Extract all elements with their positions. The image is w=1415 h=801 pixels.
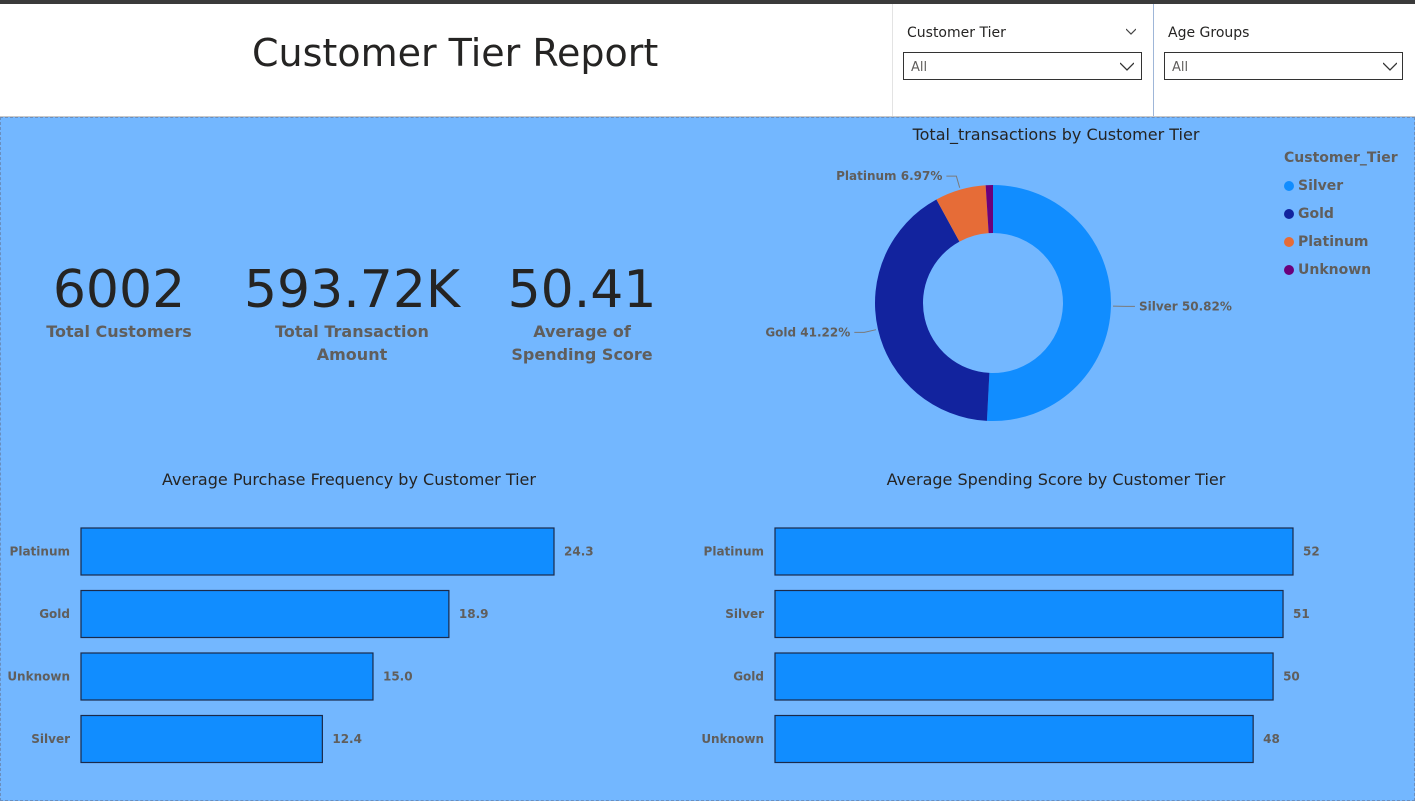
bar-gold[interactable] [774,652,1274,701]
legend-marker-icon [1284,265,1294,275]
legend-label: Unknown [1298,262,1372,278]
bar-data-label: 48 [1263,732,1280,746]
age-groups-selected-value: All [1172,60,1189,75]
page-title: Customer Tier Report [252,31,659,75]
spending-score-chart-title: Average Spending Score by Customer Tier [886,470,1226,489]
purchase-frequency-bar-chart[interactable]: Platinum 24.3 Gold 18.9 Unknown 15.0 Silver 12.… [1,513,681,773]
bar-gold[interactable] [80,589,450,639]
bar-silver[interactable] [774,589,1284,639]
legend-marker-icon [1284,181,1294,191]
customer-tier-slicer: Customer Tier All [892,4,1152,116]
bar-category-label: Silver [725,607,764,621]
bar-data-label: 24.3 [564,545,594,559]
bar-data-label: 50 [1283,670,1300,684]
kpi-total-customers[interactable]: 6002 Total Customers [29,260,209,343]
legend-item-unknown[interactable]: Unknown [1284,256,1414,284]
donut-data-label: Platinum 6.97% [836,169,942,183]
chevron-down-icon [1383,62,1397,71]
age-groups-slicer-label: Age Groups [1168,25,1250,41]
bar-category-label: Platinum [704,545,764,559]
legend-item-platinum[interactable]: Platinum [1284,228,1414,256]
donut-data-label: Gold 41.22% [765,325,850,339]
bar-silver[interactable] [80,714,323,764]
legend-label: Gold [1298,206,1334,222]
kpi-label: Total Transaction Amount [275,322,429,364]
kpi-value: 593.72K [243,260,461,320]
kpi-value: 6002 [52,260,186,320]
donut-leader-line [854,329,877,333]
bar-platinum[interactable] [80,527,555,576]
legend-label: Silver [1298,178,1344,194]
customer-tier-dropdown[interactable]: All [903,52,1142,80]
legend-marker-icon [1284,237,1294,247]
bar-unknown[interactable] [80,652,374,701]
report-canvas: 6002 Total Customers 593.72K Total Trans… [0,117,1415,801]
legend-marker-icon [1284,209,1294,219]
kpi-label: Average of Spending Score [511,322,653,364]
legend-item-silver[interactable]: Silver [1284,172,1414,200]
age-groups-dropdown[interactable]: All [1164,52,1403,80]
bar-category-label: Platinum [10,545,70,559]
donut-leader-line [946,175,961,188]
donut-data-label: Silver 50.82% [1139,299,1232,313]
donut-legend: Customer_Tier Silver Gold Platinum Unknown [1284,150,1414,284]
bar-category-label: Unknown [701,732,764,746]
bar-data-label: 18.9 [459,607,489,621]
bar-platinum[interactable] [774,527,1294,576]
customer-tier-selected-value: All [911,60,928,75]
bar-data-label: 51 [1293,607,1310,621]
bar-data-label: 52 [1303,545,1320,559]
kpi-total-transaction-amount[interactable]: 593.72K Total Transaction Amount [234,260,470,366]
bar-category-label: Gold [39,607,70,621]
legend-item-gold[interactable]: Gold [1284,200,1414,228]
donut-chart-title: Total_transactions by Customer Tier [912,125,1200,144]
customer-tier-slicer-label: Customer Tier [907,25,1006,41]
bar-category-label: Unknown [7,670,70,684]
kpi-average-spending-score[interactable]: 50.41 Average of Spending Score [487,260,677,366]
bar-unknown[interactable] [774,714,1254,764]
legend-label: Platinum [1298,234,1369,250]
chevron-down-icon[interactable] [1126,26,1136,36]
bar-category-label: Gold [733,670,764,684]
bar-category-label: Silver [31,732,70,746]
kpi-label: Total Customers [46,322,192,341]
legend-title: Customer_Tier [1284,150,1398,166]
bar-data-label: 12.4 [332,732,362,746]
age-groups-slicer: Age Groups All [1153,4,1415,116]
bar-data-label: 15.0 [383,670,413,684]
kpi-value: 50.41 [507,260,657,320]
spending-score-bar-chart[interactable]: Platinum 52 Silver 51 Gold 50 Unknown 48 [691,513,1391,773]
donut-slice-silver[interactable] [986,185,1111,421]
purchase-frequency-chart-title: Average Purchase Frequency by Customer T… [162,470,536,489]
donut-chart[interactable]: Silver 50.82% Gold 41.22% Platinum 6.97% [751,158,1241,438]
chevron-down-icon [1120,62,1134,71]
